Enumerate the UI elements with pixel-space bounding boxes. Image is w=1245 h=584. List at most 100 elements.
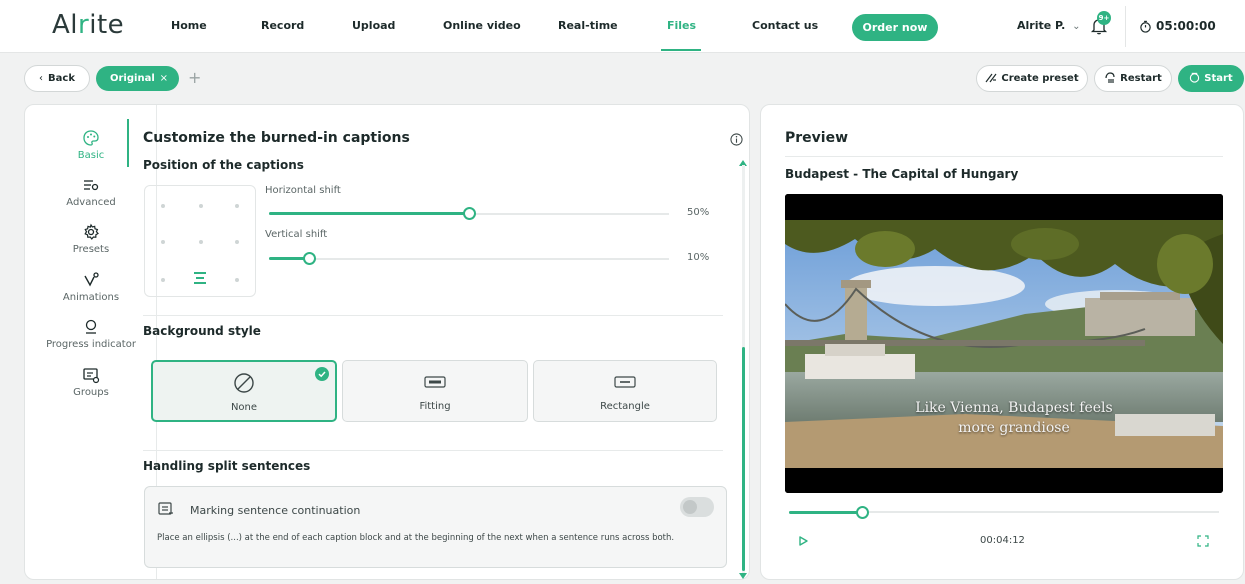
back-label: Back xyxy=(48,73,75,84)
bg-option-fitting[interactable]: Fitting xyxy=(342,360,528,422)
progress-icon xyxy=(85,319,97,334)
horizontal-shift-value: 50% xyxy=(687,207,710,218)
none-icon xyxy=(234,373,254,393)
sidebar-item-groups[interactable]: Groups xyxy=(25,366,157,398)
sidebar-item-progress-indicator[interactable]: Progress indicator xyxy=(25,318,157,350)
caption-block-icon xyxy=(158,502,173,515)
create-preset-button[interactable]: Create preset xyxy=(976,65,1088,92)
stopwatch-icon xyxy=(1140,20,1151,33)
logo-text-accent: r xyxy=(78,10,90,40)
nav-item-real-time[interactable]: Real-time xyxy=(558,19,618,32)
position-dot[interactable] xyxy=(161,204,165,208)
nav-item-contact-us[interactable]: Contact us xyxy=(752,19,818,32)
restart-label: Restart xyxy=(1120,73,1162,84)
active-nav-indicator xyxy=(661,49,701,51)
sidebar-item-label: Presets xyxy=(72,244,110,255)
order-now-button[interactable]: Order now xyxy=(852,14,938,41)
back-button[interactable]: ‹ Back xyxy=(24,65,90,92)
rectangle-icon xyxy=(614,376,636,388)
nav-item-home[interactable]: Home xyxy=(171,19,207,32)
fitting-icon xyxy=(424,376,446,388)
vertical-shift-track[interactable] xyxy=(269,258,669,260)
notification-badge: 9+ xyxy=(1097,11,1111,25)
caption-position-grid[interactable] xyxy=(144,185,256,297)
start-icon xyxy=(1190,72,1200,83)
align-bottom-center-icon[interactable] xyxy=(193,271,207,285)
restart-icon xyxy=(1105,72,1115,83)
position-title: Position of the captions xyxy=(143,158,304,172)
close-icon[interactable]: × xyxy=(160,66,168,91)
gear-icon xyxy=(84,223,99,240)
tab-original[interactable]: Original × xyxy=(96,66,179,91)
caption-line-1: Like Vienna, Budapest feels xyxy=(915,400,1113,416)
logo-text-suffix: ite xyxy=(89,10,125,40)
user-menu[interactable]: Alrite P. ⌄ xyxy=(1017,19,1080,32)
scroll-down-arrow[interactable] xyxy=(739,573,747,579)
burned-in-caption: Like Vienna, Budapest feels more grandio… xyxy=(785,398,1223,438)
sidebar-item-label: Progress indicator xyxy=(46,339,136,350)
vertical-shift-handle[interactable] xyxy=(303,252,316,265)
create-preset-icon xyxy=(985,73,997,83)
logo-text-prefix: Al xyxy=(52,10,79,40)
position-dot[interactable] xyxy=(161,278,165,282)
selected-check-icon xyxy=(315,367,329,381)
add-tab-icon[interactable]: + xyxy=(188,68,201,87)
video-player[interactable]: Like Vienna, Budapest feels more grandio… xyxy=(785,194,1223,493)
sidebar-item-presets[interactable]: Presets xyxy=(25,223,157,255)
bg-option-rectangle[interactable]: Rectangle xyxy=(533,360,717,422)
nav-item-online-video[interactable]: Online video xyxy=(443,19,521,32)
start-label: Start xyxy=(1204,73,1233,84)
position-dot[interactable] xyxy=(235,240,239,244)
sidebar-item-animations[interactable]: Animations xyxy=(25,271,157,303)
nav-item-files[interactable]: Files xyxy=(667,19,696,32)
info-icon[interactable] xyxy=(730,133,743,146)
header-divider xyxy=(1125,6,1126,47)
video-title: Budapest - The Capital of Hungary xyxy=(785,167,1019,181)
timer-value: 05:00:00 xyxy=(1156,19,1216,33)
toggle-knob xyxy=(683,500,697,514)
split-sentences-title: Handling split sentences xyxy=(143,459,311,473)
sliders-icon xyxy=(84,180,99,191)
position-dot[interactable] xyxy=(235,278,239,282)
background-style-title: Background style xyxy=(143,324,261,338)
position-dot[interactable] xyxy=(235,204,239,208)
chevron-left-icon: ‹ xyxy=(39,73,44,84)
playback-progress xyxy=(789,511,862,514)
playback-handle[interactable] xyxy=(856,506,869,519)
bg-option-label: None xyxy=(230,402,258,413)
top-navigation-bar: Alrite Home Record Upload Online video R… xyxy=(0,0,1245,53)
position-dot[interactable] xyxy=(161,240,165,244)
vertical-shift-label: Vertical shift xyxy=(265,229,328,240)
start-button[interactable]: Start xyxy=(1178,65,1244,92)
app-logo[interactable]: Alrite xyxy=(52,10,124,40)
position-dot[interactable] xyxy=(199,204,203,208)
section-title: Customize the burned-in captions xyxy=(143,130,410,146)
sidebar-item-label: Groups xyxy=(73,387,109,398)
sidebar-item-label: Advanced xyxy=(66,197,116,208)
split-sentence-setting: Marking sentence continuation Place an e… xyxy=(144,486,727,568)
groups-icon xyxy=(83,368,100,384)
nav-item-record[interactable]: Record xyxy=(261,19,304,32)
palette-icon xyxy=(83,130,99,146)
split-setting-description: Place an ellipsis (...) at the end of ea… xyxy=(157,533,675,543)
caption-settings-panel: Basic Advanced Presets Animations Progre… xyxy=(24,104,750,580)
fullscreen-icon[interactable] xyxy=(1197,535,1209,547)
remaining-time: 05:00:00 xyxy=(1139,19,1216,33)
position-dot[interactable] xyxy=(199,240,203,244)
section-divider xyxy=(143,315,723,316)
animation-icon xyxy=(84,272,99,287)
bg-option-none[interactable]: None xyxy=(151,360,337,422)
sidebar-item-advanced[interactable]: Advanced xyxy=(25,176,157,208)
sidebar-item-basic[interactable]: Basic xyxy=(25,129,157,161)
horizontal-shift-handle[interactable] xyxy=(463,207,476,220)
sidebar-item-label: Animations xyxy=(62,292,120,303)
video-frame-image xyxy=(785,194,1223,493)
play-icon[interactable] xyxy=(797,535,809,547)
nav-item-upload[interactable]: Upload xyxy=(352,19,395,32)
chevron-down-icon: ⌄ xyxy=(1072,21,1081,32)
restart-button[interactable]: Restart xyxy=(1094,65,1172,92)
playback-time: 00:04:12 xyxy=(980,535,1025,546)
bg-option-label: Rectangle xyxy=(600,401,650,412)
sentence-continuation-toggle[interactable] xyxy=(680,497,714,517)
scrollbar-thumb[interactable] xyxy=(742,347,745,571)
